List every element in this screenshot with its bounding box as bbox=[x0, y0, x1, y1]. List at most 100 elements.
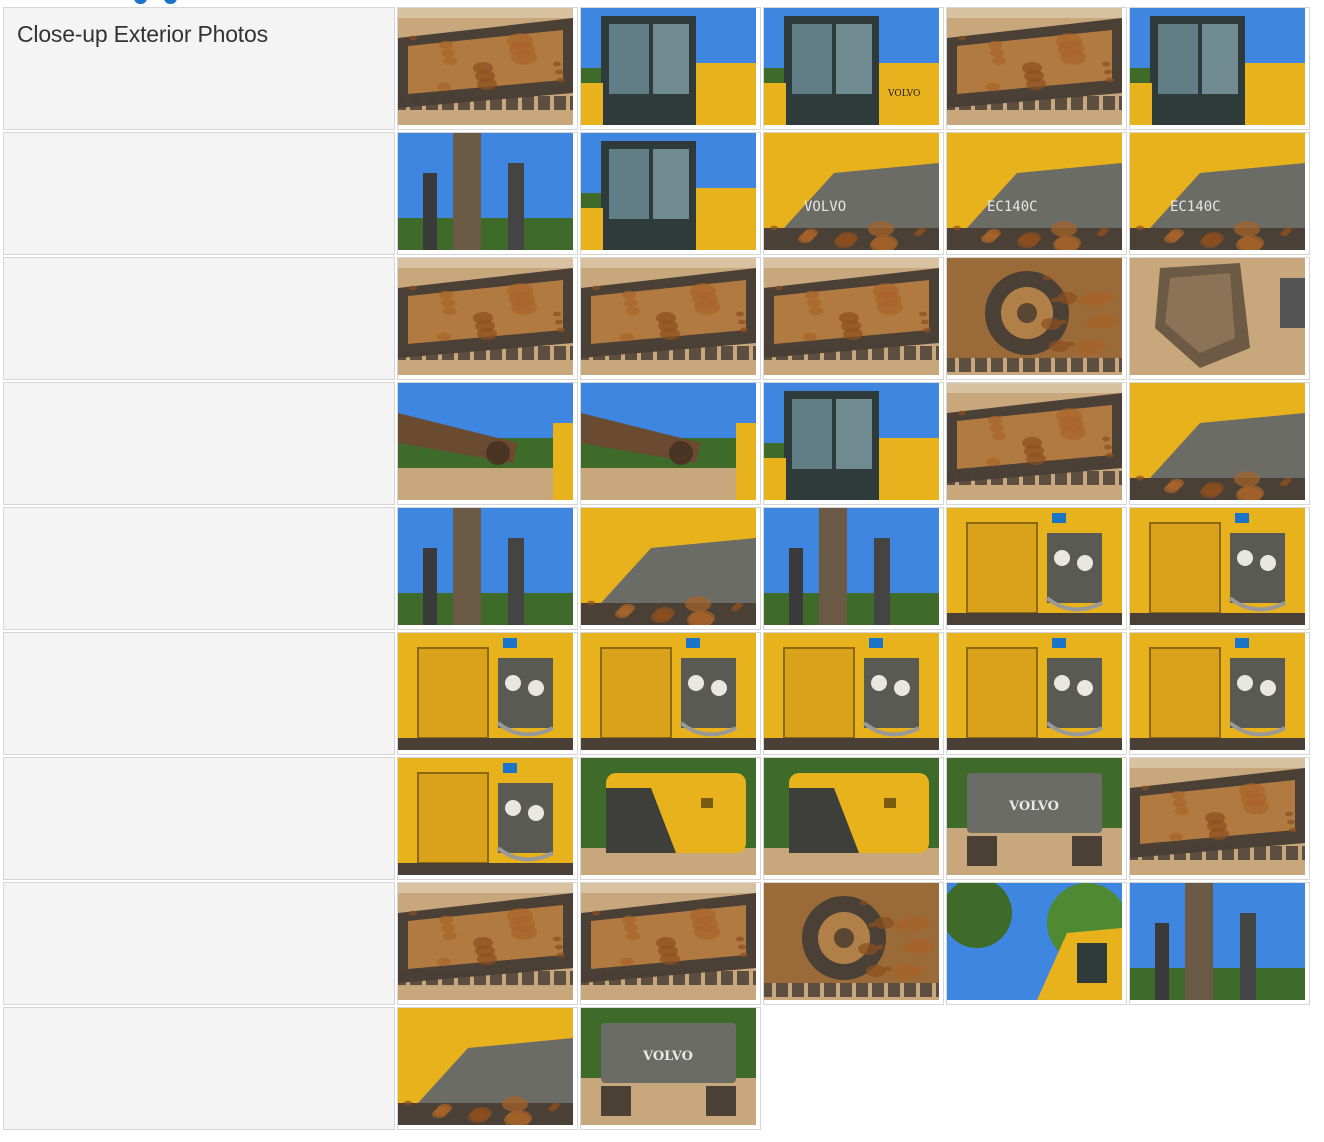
excavator-cab-photo-icon[interactable] bbox=[581, 133, 756, 250]
photo-thumbnail-cell[interactable] bbox=[580, 132, 761, 255]
photo-thumbnail-cell[interactable]: VOLVO bbox=[763, 132, 944, 255]
boom-linkage-photo-icon[interactable] bbox=[398, 383, 573, 500]
photo-thumbnail-cell[interactable] bbox=[397, 132, 578, 255]
photo-thumbnail-cell[interactable] bbox=[763, 882, 944, 1005]
photo-thumbnail-cell[interactable]: VOLVO bbox=[946, 757, 1127, 880]
photo-thumbnail-cell[interactable] bbox=[580, 757, 761, 880]
boom-hoses-photo-icon[interactable] bbox=[1130, 883, 1305, 1000]
photo-thumbnail-cell[interactable] bbox=[397, 507, 578, 630]
photo-row: VOLVO EC140C EC140C bbox=[3, 132, 1310, 255]
step-closeup-photo-icon[interactable] bbox=[398, 1008, 573, 1125]
cab-front-photo-icon[interactable] bbox=[764, 383, 939, 500]
fuel-filter-photo-icon[interactable] bbox=[1130, 633, 1305, 750]
photo-thumbnail-cell[interactable] bbox=[1129, 382, 1310, 505]
cab-roof-photo-icon[interactable] bbox=[398, 133, 573, 250]
photo-thumbnail-cell[interactable]: VOLVO bbox=[763, 7, 944, 130]
model-decal-photo-icon[interactable]: EC140C bbox=[1130, 133, 1305, 250]
photo-thumbnail-cell[interactable] bbox=[397, 882, 578, 1005]
section-label-cell bbox=[3, 507, 395, 630]
photo-thumbnail-cell[interactable] bbox=[1129, 507, 1310, 630]
photo-thumbnail-cell[interactable]: VOLVO bbox=[580, 1007, 761, 1130]
photo-thumbnail-cell[interactable] bbox=[397, 1007, 578, 1130]
section-heading-fragment bbox=[134, 0, 194, 4]
hydraulic-cylinder-photo-icon[interactable] bbox=[581, 508, 756, 625]
excavator-cab-side-photo-icon[interactable]: VOLVO bbox=[764, 8, 939, 125]
photo-thumbnail-cell[interactable] bbox=[580, 7, 761, 130]
svg-text:EC140C: EC140C bbox=[1170, 199, 1221, 215]
rear-counterweight-photo-icon[interactable]: VOLVO bbox=[581, 1008, 756, 1125]
photo-thumbnail-cell[interactable] bbox=[1129, 757, 1310, 880]
photo-thumbnail-cell[interactable] bbox=[946, 257, 1127, 380]
photo-thumbnail-cell[interactable] bbox=[580, 257, 761, 380]
boom-hoses-photo-icon[interactable] bbox=[581, 383, 756, 500]
engine-door-photo-icon[interactable] bbox=[947, 633, 1122, 750]
engine-compartment-photo-icon[interactable] bbox=[764, 633, 939, 750]
photo-thumbnail-cell[interactable] bbox=[580, 382, 761, 505]
photo-thumbnail-cell[interactable] bbox=[397, 7, 578, 130]
photo-thumbnail-cell[interactable] bbox=[946, 382, 1127, 505]
excavator-cab-photo-icon[interactable] bbox=[1130, 8, 1305, 125]
photo-thumbnail-cell[interactable] bbox=[763, 757, 944, 880]
photo-row: Close-up Exterior Photos VOLVO bbox=[3, 7, 1310, 130]
rear-counterweight-photo-icon[interactable]: VOLVO bbox=[947, 758, 1122, 875]
photo-thumbnail-cell[interactable] bbox=[946, 7, 1127, 130]
exterior-photos-table: Close-up Exterior Photos VOLVO VOLVO EC140C… bbox=[1, 5, 1312, 1132]
photo-gallery-page: Close-up Exterior Photos VOLVO VOLVO EC140C… bbox=[0, 0, 1324, 1142]
photo-thumbnail-cell[interactable] bbox=[763, 257, 944, 380]
photo-row bbox=[3, 382, 1310, 505]
photo-thumbnail-cell[interactable] bbox=[1129, 882, 1310, 1005]
counterweight-photo-icon[interactable] bbox=[581, 758, 756, 875]
drive-sprocket-photo-icon[interactable] bbox=[947, 258, 1122, 375]
track-rust-photo-icon[interactable] bbox=[581, 258, 756, 375]
photo-thumbnail-cell[interactable] bbox=[1129, 7, 1310, 130]
side-panel-photo-icon[interactable] bbox=[398, 758, 573, 875]
trees-cab-photo-icon[interactable] bbox=[947, 883, 1122, 1000]
photo-thumbnail-cell[interactable] bbox=[397, 382, 578, 505]
photo-thumbnail-cell[interactable] bbox=[397, 257, 578, 380]
empty-cell bbox=[946, 1007, 1127, 1130]
photo-thumbnail-cell[interactable] bbox=[763, 507, 944, 630]
svg-text:VOLVO: VOLVO bbox=[642, 1049, 693, 1064]
photo-thumbnail-cell[interactable]: EC140C bbox=[1129, 132, 1310, 255]
photo-thumbnail-cell[interactable] bbox=[946, 632, 1127, 755]
hydraulic-cylinder-photo-icon[interactable] bbox=[764, 508, 939, 625]
photo-thumbnail-cell[interactable] bbox=[397, 632, 578, 755]
track-rust-photo-icon[interactable] bbox=[947, 8, 1122, 125]
empty-cell bbox=[763, 1007, 944, 1130]
engine-door-open-photo-icon[interactable] bbox=[1130, 508, 1305, 625]
counterweight-photo-icon[interactable] bbox=[764, 758, 939, 875]
photo-thumbnail-cell[interactable]: EC140C bbox=[946, 132, 1127, 255]
photo-thumbnail-cell[interactable] bbox=[946, 882, 1127, 1005]
undercarriage-photo-icon[interactable] bbox=[947, 383, 1122, 500]
bucket-photo-icon[interactable] bbox=[1130, 258, 1305, 375]
photo-thumbnail-cell[interactable] bbox=[397, 757, 578, 880]
engine-door-open-photo-icon[interactable] bbox=[947, 508, 1122, 625]
photo-thumbnail-cell[interactable] bbox=[763, 382, 944, 505]
excavator-track-photo-icon[interactable] bbox=[398, 8, 573, 125]
track-frame-photo-icon[interactable] bbox=[764, 258, 939, 375]
photo-thumbnail-cell[interactable] bbox=[763, 632, 944, 755]
excavator-cab-photo-icon[interactable] bbox=[581, 8, 756, 125]
svg-text:VOLVO: VOLVO bbox=[804, 199, 846, 215]
photo-thumbnail-cell[interactable] bbox=[946, 507, 1127, 630]
track-rust-photo-icon[interactable] bbox=[398, 258, 573, 375]
track-rollers-photo-icon[interactable] bbox=[581, 883, 756, 1000]
engine-compartment-photo-icon[interactable] bbox=[398, 633, 573, 750]
photo-thumbnail-cell[interactable] bbox=[580, 882, 761, 1005]
hydraulic-cylinder-photo-icon[interactable] bbox=[398, 508, 573, 625]
model-decal-photo-icon[interactable]: EC140C bbox=[947, 133, 1122, 250]
fuel-filter-photo-icon[interactable] bbox=[581, 633, 756, 750]
section-label-cell bbox=[3, 382, 395, 505]
volvo-body-panel-photo-icon[interactable]: VOLVO bbox=[764, 133, 939, 250]
track-rollers-photo-icon[interactable] bbox=[398, 883, 573, 1000]
photo-thumbnail-cell[interactable] bbox=[1129, 632, 1310, 755]
photo-thumbnail-cell[interactable] bbox=[580, 632, 761, 755]
photo-row bbox=[3, 882, 1310, 1005]
hydraulic-cylinder-photo-icon[interactable] bbox=[1130, 383, 1305, 500]
track-rust-photo-icon[interactable] bbox=[1130, 758, 1305, 875]
photo-row: VOLVO bbox=[3, 757, 1310, 880]
section-label-cell: Close-up Exterior Photos bbox=[3, 7, 395, 130]
photo-thumbnail-cell[interactable] bbox=[1129, 257, 1310, 380]
photo-thumbnail-cell[interactable] bbox=[580, 507, 761, 630]
drive-sprocket-photo-icon[interactable] bbox=[764, 883, 939, 1000]
